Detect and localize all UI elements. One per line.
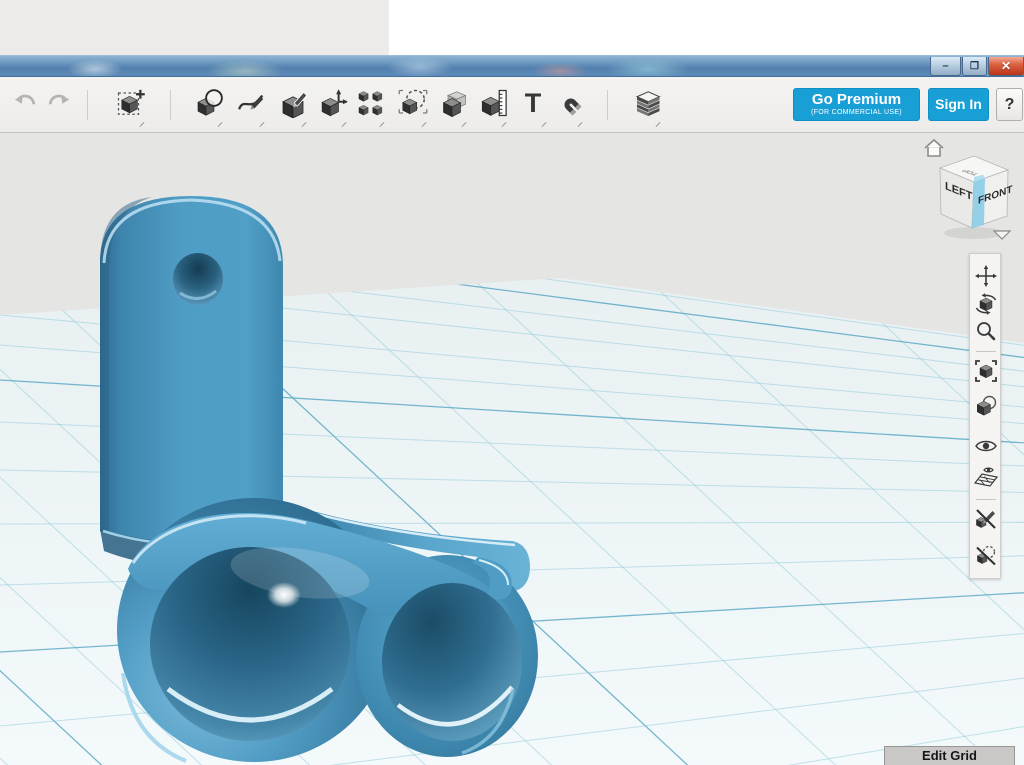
fit-view-tool[interactable]	[974, 359, 998, 383]
desktop-background-left	[0, 0, 389, 56]
view-cube-widget[interactable]: TOP LEFT FRONT	[922, 136, 1022, 246]
navigation-toolbar	[969, 253, 1001, 579]
undo-button[interactable]	[8, 86, 42, 126]
group-select-tool[interactable]	[396, 86, 430, 126]
toolbar-separator	[170, 90, 171, 120]
view-cube[interactable]: TOP LEFT FRONT	[940, 156, 1013, 228]
zoom-icon	[974, 319, 998, 343]
window-controls: – ❐ ✕	[930, 57, 1024, 77]
transform-tool[interactable]	[316, 86, 350, 126]
layers-tool[interactable]	[630, 86, 664, 126]
hide-sketches-icon	[974, 507, 998, 531]
sketch-tool[interactable]	[192, 86, 226, 126]
zoom-tool[interactable]	[974, 319, 998, 343]
grid-eye-icon	[974, 464, 998, 488]
pan-icon	[974, 264, 998, 288]
orbit-icon	[974, 292, 998, 316]
primitives-icon	[114, 88, 148, 118]
grid-visibility-tool[interactable]	[974, 464, 998, 488]
toolbar-separator	[607, 90, 608, 120]
material-tool[interactable]	[974, 394, 998, 418]
layers-stack-icon	[630, 88, 664, 118]
hide-construction-tool[interactable]	[974, 544, 998, 568]
sign-in-button[interactable]: Sign In	[928, 88, 989, 121]
hide-sketches-tool[interactable]	[974, 507, 998, 531]
maximize-button[interactable]: ❐	[962, 57, 987, 76]
go-premium-sublabel: (FOR COMMERCIAL USE)	[794, 108, 919, 117]
combine-tool[interactable]	[436, 86, 470, 126]
help-button[interactable]: ?	[996, 88, 1023, 121]
nav-separator	[976, 351, 996, 352]
visibility-tool[interactable]	[974, 434, 998, 458]
orbit-tool[interactable]	[974, 292, 998, 316]
spline-sketch-tool[interactable]	[234, 86, 268, 126]
cube-shadow	[944, 227, 1004, 239]
window-titlebar[interactable]	[0, 55, 1024, 77]
close-button[interactable]: ✕	[988, 57, 1024, 76]
transform-icon	[316, 88, 350, 118]
measure-icon	[476, 88, 510, 118]
primitives-tool[interactable]	[114, 86, 148, 126]
viewport-3d[interactable]: Edit Grid	[0, 133, 1024, 765]
pan-tool[interactable]	[974, 264, 998, 288]
nav-separator	[976, 499, 996, 500]
construct-icon	[276, 88, 310, 118]
spline-pencil-icon	[234, 88, 268, 118]
construct-tool[interactable]	[276, 86, 310, 126]
sketch-icon	[192, 88, 226, 118]
redo-icon	[42, 88, 76, 114]
magnet-icon	[552, 88, 586, 118]
desktop-background-right	[389, 0, 1024, 55]
model-3d[interactable]	[0, 133, 1024, 765]
pattern-icon	[354, 88, 388, 118]
go-premium-button[interactable]: Go Premium (FOR COMMERCIAL USE)	[793, 88, 920, 121]
combine-icon	[436, 88, 470, 118]
snap-tool[interactable]	[552, 86, 586, 126]
measure-tool[interactable]	[476, 86, 510, 126]
material-icon	[974, 394, 998, 418]
fit-icon	[974, 359, 998, 383]
group-select-icon	[396, 88, 430, 118]
undo-icon	[8, 88, 42, 114]
minimize-button[interactable]: –	[930, 57, 961, 76]
redo-button[interactable]	[42, 86, 76, 126]
eye-icon	[974, 434, 998, 458]
text-tool-icon: T	[516, 86, 550, 120]
home-icon[interactable]	[925, 140, 943, 156]
text-tool[interactable]: T	[516, 86, 550, 126]
toolbar-separator	[87, 90, 88, 120]
hide-construction-icon	[974, 544, 998, 568]
edit-grid-button[interactable]: Edit Grid	[884, 746, 1015, 765]
pattern-tool[interactable]	[354, 86, 388, 126]
go-premium-label: Go Premium	[794, 92, 919, 108]
